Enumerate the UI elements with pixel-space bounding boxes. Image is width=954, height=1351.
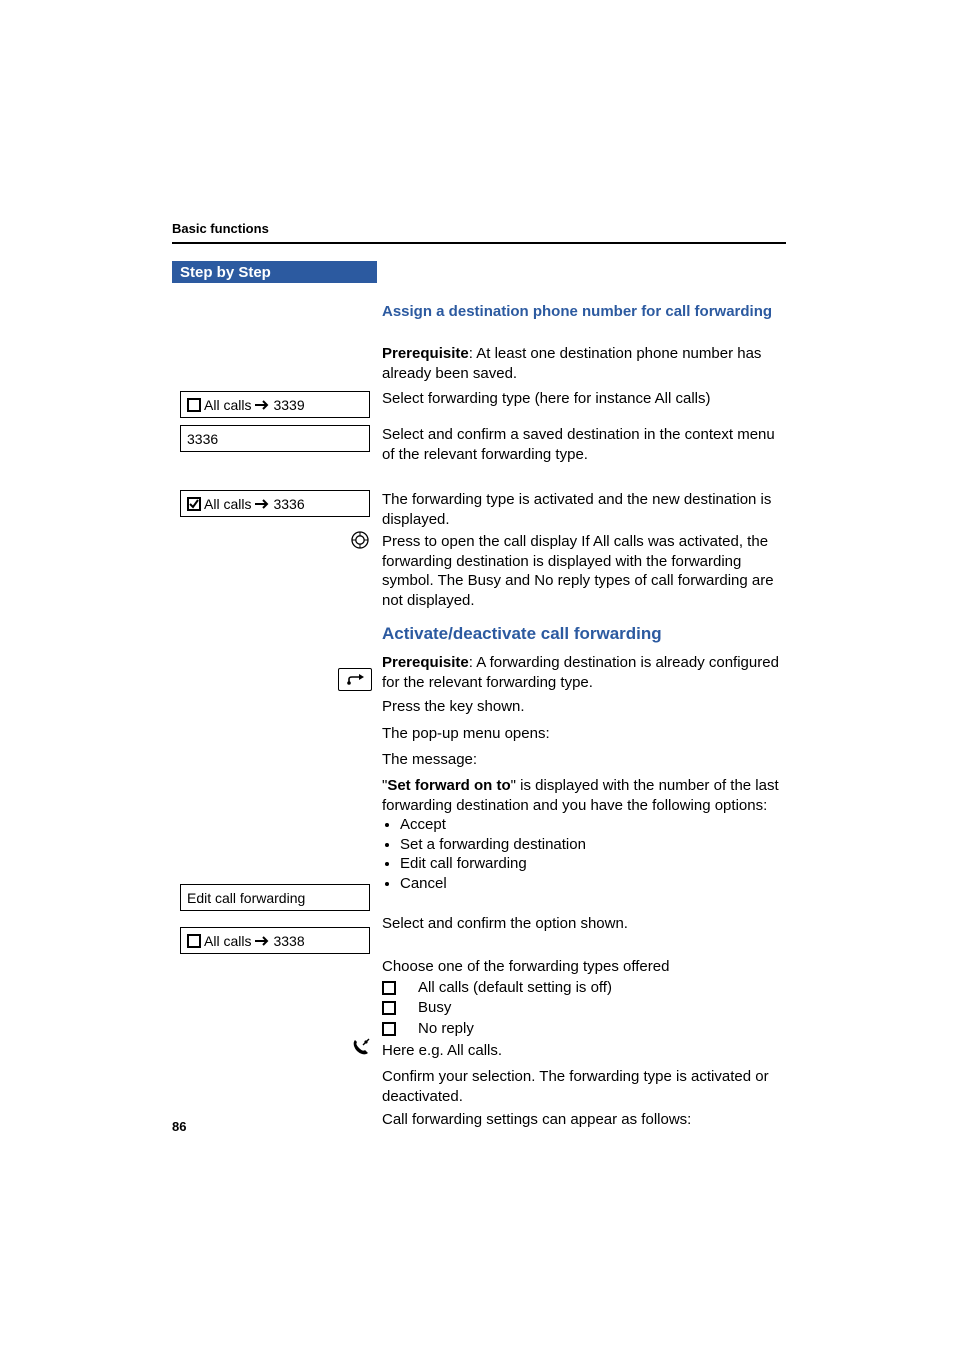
- arrow-right-icon: [253, 399, 271, 411]
- check-label: No reply: [418, 1019, 474, 1039]
- option-set-destination: Set a forwarding destination: [400, 835, 787, 855]
- forward-arrow-icon: [346, 674, 364, 686]
- option-accept: Accept: [400, 815, 787, 835]
- prerequisite-1: Prerequisite: At least one destination p…: [382, 344, 787, 383]
- nav-wheel-icon: [351, 531, 369, 549]
- arrow-right-icon: [253, 935, 271, 947]
- p-select-saved-destination: Select and confirm a saved destination i…: [382, 425, 787, 464]
- arrow-right-icon: [253, 498, 271, 510]
- check-label: Busy: [418, 998, 451, 1018]
- forwarding-type-list: All calls (default setting is off) Busy …: [382, 978, 787, 1039]
- check-no-reply: No reply: [382, 1019, 787, 1039]
- p-settings-appear: Call forwarding settings can appear as f…: [382, 1110, 787, 1130]
- p-here-all-calls: Here e.g. All calls.: [382, 1041, 787, 1061]
- page-number: 86: [172, 1119, 186, 1134]
- section-activate-deactivate: Activate/deactivate call forwarding: [382, 623, 787, 645]
- display-dest: 3336: [273, 496, 304, 512]
- display-label: All calls: [204, 496, 251, 512]
- options-list: Accept Set a forwarding destination Edit…: [382, 815, 787, 893]
- display-label: All calls: [204, 397, 251, 413]
- breadcrumb: Basic functions: [172, 221, 269, 236]
- display-all-calls-3336: All calls 3336: [180, 490, 370, 517]
- checkbox-empty-icon: [187, 934, 201, 948]
- checkbox-empty-icon: [382, 981, 396, 995]
- checkbox-empty-icon: [382, 1001, 396, 1015]
- sidebar-header: Step by Step: [172, 261, 377, 283]
- p-press-open-call-display: Press to open the call display If All ca…: [382, 532, 787, 610]
- section-assign-destination: Assign a destination phone number for ca…: [382, 302, 787, 322]
- display-text: Edit call forwarding: [187, 890, 305, 906]
- display-all-calls-3339: All calls 3339: [180, 391, 370, 418]
- set-forward-label: Set forward on to: [387, 777, 510, 794]
- header-rule: [172, 242, 786, 244]
- p-popup-opens: The pop-up menu opens:: [382, 724, 787, 744]
- display-all-calls-3338: All calls 3338: [180, 927, 370, 954]
- check-label: All calls (default setting is off): [418, 978, 612, 998]
- p-select-confirm-option: Select and confirm the option shown.: [382, 914, 787, 934]
- p-set-forward-on-to: "Set forward on to" is displayed with th…: [382, 776, 787, 893]
- p-type-activated: The forwarding type is activated and the…: [382, 490, 787, 529]
- p-press-key-shown: Press the key shown.: [382, 697, 787, 717]
- p-choose-forwarding-type: Choose one of the forwarding types offer…: [382, 957, 787, 977]
- p-confirm-selection: Confirm your selection. The forwarding t…: [382, 1067, 787, 1106]
- prerequisite-label: Prerequisite: [382, 345, 469, 362]
- checkbox-empty-icon: [382, 1022, 396, 1036]
- prerequisite-2: Prerequisite: A forwarding destination i…: [382, 653, 787, 692]
- display-edit-call-forwarding: Edit call forwarding: [180, 884, 370, 911]
- display-dest: 3338: [273, 933, 304, 949]
- option-cancel: Cancel: [400, 874, 787, 894]
- check-busy: Busy: [382, 998, 787, 1018]
- checkbox-empty-icon: [187, 398, 201, 412]
- check-all-calls: All calls (default setting is off): [382, 978, 787, 998]
- option-edit-forwarding: Edit call forwarding: [400, 854, 787, 874]
- display-label: All calls: [204, 933, 251, 949]
- display-3336: 3336: [180, 425, 370, 452]
- display-dest: 3339: [273, 397, 304, 413]
- display-text: 3336: [187, 431, 218, 447]
- checkbox-checked-icon: [187, 497, 201, 511]
- p-select-forwarding-type: Select forwarding type (here for instanc…: [382, 389, 782, 409]
- p-the-message: The message:: [382, 750, 787, 770]
- handset-off-icon: [351, 1037, 371, 1057]
- prerequisite-label: Prerequisite: [382, 654, 469, 671]
- forward-key-icon: [338, 668, 372, 691]
